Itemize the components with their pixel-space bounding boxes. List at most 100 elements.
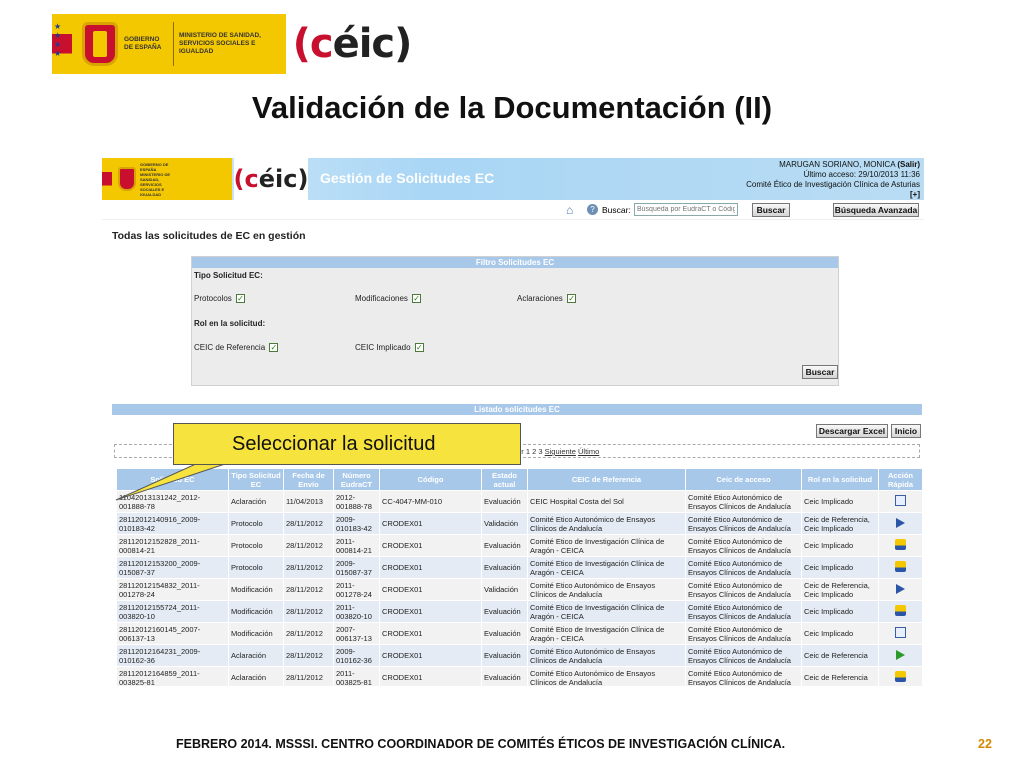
cell-date: 28/11/2012 [283, 666, 334, 686]
cell-code: CRODEX01 [379, 600, 482, 623]
pager-next[interactable]: Siguiente [545, 447, 576, 456]
cell-status: Evaluación [481, 534, 528, 557]
filter-search-button[interactable]: Buscar [802, 365, 838, 379]
cell-role: Ceic de Referencia, Ceic Implicado [801, 578, 879, 601]
cell-id[interactable]: 28112012164859_2011-003825-81 [116, 666, 229, 686]
help-icon[interactable]: ? [587, 204, 598, 215]
filter-protocolos[interactable]: Protocolos ✓ [194, 294, 246, 304]
search-button[interactable]: Buscar [752, 203, 790, 217]
cell-id[interactable]: 28112012155724_2011-003820-10 [116, 600, 229, 623]
cell-access: Comité Etico Autonómico de Ensayos Clíni… [685, 534, 802, 557]
advanced-search-button[interactable]: Búsqueda Avanzada [833, 203, 919, 217]
cell-action [878, 534, 923, 557]
cell-access: Comité Etico Autonómico de Ensayos Clíni… [685, 622, 802, 645]
cell-id[interactable]: 28112012160145_2007-006137-13 [116, 622, 229, 645]
table-row[interactable]: 11042013131242_2012-001888-78 Aclaración 1… [116, 490, 923, 513]
column-header[interactable]: Acción Rápida [878, 468, 923, 491]
doc-icon[interactable] [895, 627, 906, 638]
cell-ref: Comité Etico Autonómico de Ensayos Clíni… [527, 512, 686, 535]
referencia-checkbox[interactable]: ✓ [269, 343, 279, 353]
mini-flag-icon [102, 158, 112, 200]
cell-id[interactable]: 11042013131242_2012-001888-78 [116, 490, 229, 513]
cell-id[interactable]: 28112012153200_2009-015087-37 [116, 556, 229, 579]
column-header[interactable]: Fecha de Envío [283, 468, 334, 491]
arrow-icon[interactable] [896, 583, 905, 594]
cell-role: Ceic de Referencia [801, 644, 879, 667]
arrow-icon[interactable] [896, 517, 905, 528]
protocolos-checkbox[interactable]: ✓ [236, 294, 246, 304]
implicado-checkbox[interactable]: ✓ [414, 343, 424, 353]
aclaraciones-label: Aclaraciones [517, 294, 563, 303]
cell-status: Validación [481, 578, 528, 601]
app-title: Gestión de Solicitudes EC [320, 170, 495, 186]
table-row[interactable]: 28112012160145_2007-006137-13 Modificació… [116, 622, 923, 645]
table-row[interactable]: 28112012164859_2011-003825-81 Aclaración 2… [116, 666, 923, 686]
eu-flag-icon: ★ ★ ★ ★ [52, 14, 72, 74]
filter-referencia[interactable]: CEIC de Referencia ✓ [194, 343, 279, 353]
logout-link[interactable]: (Salir) [897, 160, 920, 169]
cell-type: Aclaración [228, 666, 284, 686]
cell-action [878, 512, 923, 535]
cell-code: CRODEX01 [379, 644, 482, 667]
requests-table: Solicitud EC Tipo Solicitud EC Fecha de En… [116, 468, 923, 686]
table-row[interactable]: 28112012164231_2009-010162-36 Aclaración 2… [116, 644, 923, 667]
app-header: GOBIERNO DE ESPAÑA MINISTERIO DE SANIDAD… [102, 158, 924, 200]
table-row[interactable]: 28112012152828_2011-000814-21 Protocolo 28… [116, 534, 923, 557]
aclaraciones-checkbox[interactable]: ✓ [567, 294, 577, 304]
doc-icon[interactable] [895, 495, 906, 506]
last-access: Último acceso: 29/10/2013 11:36 [803, 170, 920, 179]
column-header[interactable]: CEIC de Referencia [527, 468, 686, 491]
mini-ceic-part-a: (c [233, 165, 259, 193]
table-row[interactable]: 28112012155724_2011-003820-10 Modificació… [116, 600, 923, 623]
thumb-icon[interactable] [895, 539, 906, 550]
column-header[interactable]: Tipo Solicitud EC [228, 468, 284, 491]
expand-toggle[interactable]: [+] [910, 190, 920, 199]
column-header[interactable]: Estado actual [481, 468, 528, 491]
modificaciones-checkbox[interactable]: ✓ [412, 294, 422, 304]
filter-implicado[interactable]: CEIC Implicado ✓ [355, 343, 424, 353]
cell-id[interactable]: 28112012154832_2011-001278-24 [116, 578, 229, 601]
table-header-row: Solicitud EC Tipo Solicitud EC Fecha de En… [116, 468, 923, 491]
cell-date: 11/04/2013 [283, 490, 334, 513]
cell-type: Modificación [228, 622, 284, 645]
ministry-text: MINISTERIO DE SANIDAD, SERVICIOS SOCIALE… [179, 32, 261, 55]
table-row[interactable]: 28112012140916_2009-010183-42 Protocolo 28… [116, 512, 923, 535]
filter-aclaraciones[interactable]: Aclaraciones ✓ [517, 294, 577, 304]
filter-modificaciones[interactable]: Modificaciones ✓ [355, 294, 422, 304]
search-input[interactable] [634, 203, 738, 216]
cell-code: CC-4047-MM-010 [379, 490, 482, 513]
column-header[interactable]: Solicitud EC [116, 468, 229, 491]
cell-id[interactable]: 28112012164231_2009-010162-36 [116, 644, 229, 667]
cell-code: CRODEX01 [379, 578, 482, 601]
cell-type: Protocolo [228, 534, 284, 557]
thumb-icon[interactable] [895, 671, 906, 682]
table-row[interactable]: 28112012153200_2009-015087-37 Protocolo 28… [116, 556, 923, 579]
cell-eudract: 2011-000814-21 [333, 534, 380, 557]
column-header[interactable]: Número EudraCT [333, 468, 380, 491]
cell-action [878, 644, 923, 667]
cell-eudract: 2009-010183-42 [333, 512, 380, 535]
cell-date: 28/11/2012 [283, 622, 334, 645]
home-button[interactable]: Inicio [891, 424, 921, 438]
arrow-green-icon[interactable] [896, 649, 905, 660]
column-header[interactable]: Rol en la solicitud [801, 468, 879, 491]
column-header[interactable]: Código [379, 468, 482, 491]
thumb-icon[interactable] [895, 605, 906, 616]
cell-type: Protocolo [228, 512, 284, 535]
cell-id[interactable]: 28112012152828_2011-000814-21 [116, 534, 229, 557]
cell-code: CRODEX01 [379, 534, 482, 557]
filter-type-label: Tipo Solicitud EC: [194, 271, 263, 280]
cell-eudract: 2007-006137-13 [333, 622, 380, 645]
download-excel-button[interactable]: Descargar Excel [816, 424, 888, 438]
app-gov-logo: GOBIERNO DE ESPAÑA MINISTERIO DE SANIDAD… [102, 158, 232, 200]
column-header[interactable]: Ceic de acceso [685, 468, 802, 491]
cell-role: Ceic Implicado [801, 534, 879, 557]
table-row[interactable]: 28112012154832_2011-001278-24 Modificació… [116, 578, 923, 601]
thumb-icon[interactable] [895, 561, 906, 572]
home-icon[interactable]: ⌂ [566, 204, 582, 216]
cell-role: Ceic Implicado [801, 622, 879, 645]
cell-ref: Comité Etico de Investigación Clínica de… [527, 622, 686, 645]
user-info: MARUGAN SORIANO, MONICA (Salir) Último a… [746, 160, 920, 200]
cell-id[interactable]: 28112012140916_2009-010183-42 [116, 512, 229, 535]
pager-last[interactable]: Último [578, 447, 599, 456]
